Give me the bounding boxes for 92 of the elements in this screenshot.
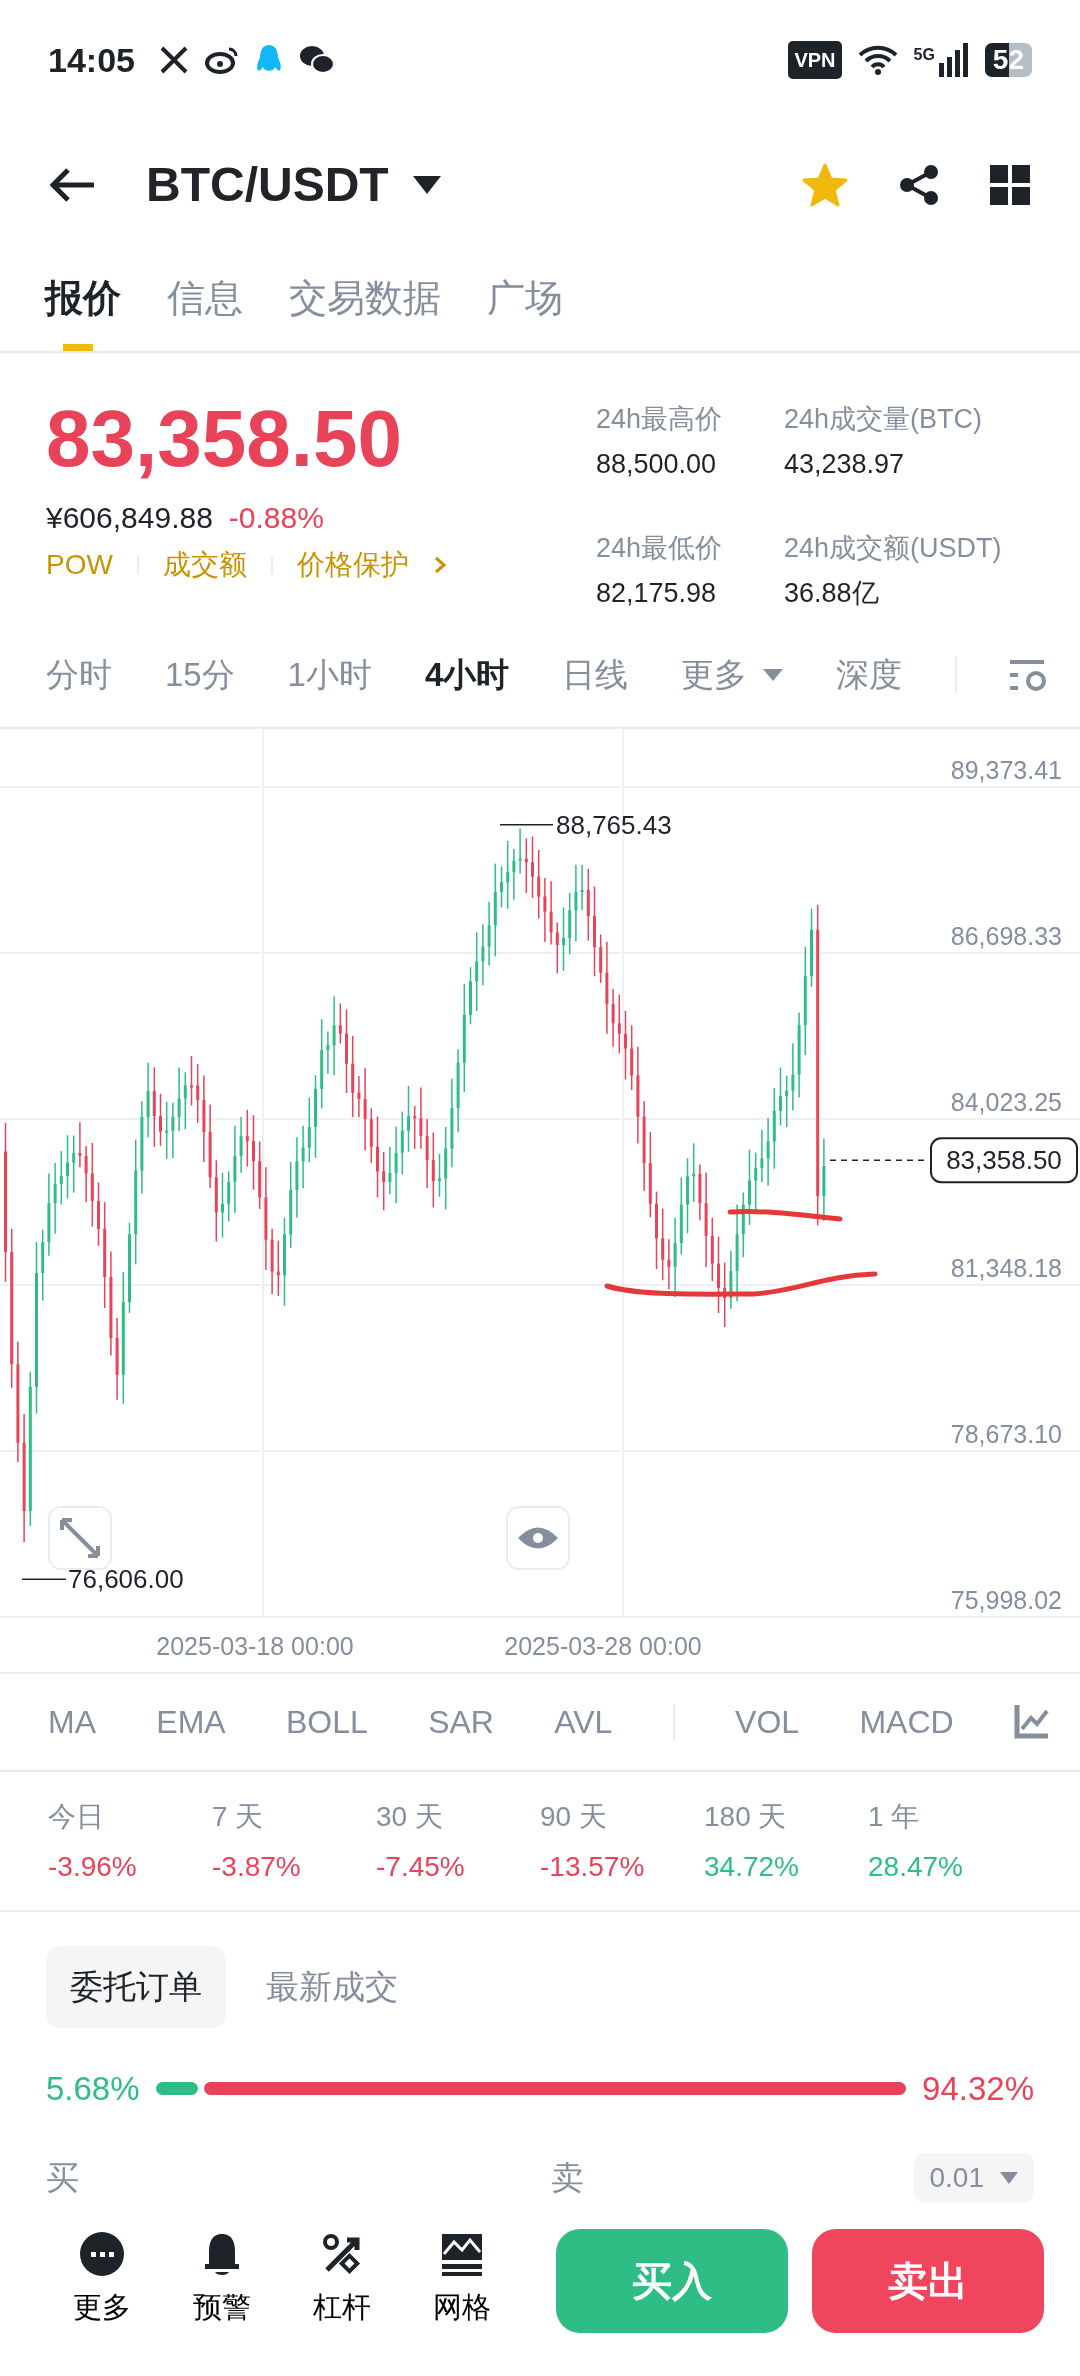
period-change: -13.57% (540, 1850, 646, 1884)
period-change: -3.96% (48, 1850, 138, 1884)
indicator-tab[interactable]: AVL (554, 1698, 613, 1746)
interval-tab[interactable]: 1小时 (287, 650, 372, 700)
share-icon[interactable] (898, 164, 940, 206)
indicator-tab[interactable]: VOL (735, 1698, 800, 1746)
stat-value: 88,500.00 (596, 447, 718, 481)
interval-tab[interactable]: 4小时 (424, 650, 510, 700)
order-book-tab[interactable]: 委托订单 (46, 1946, 226, 2028)
interval-tab[interactable]: 深度 (836, 650, 903, 700)
precision-selector[interactable]: 0.01 (913, 2153, 1034, 2203)
period-change: 34.72% (704, 1850, 800, 1884)
price-tag[interactable]: POW (46, 544, 113, 586)
status-time: 14:05 (48, 39, 135, 81)
weibo-icon (204, 46, 239, 74)
stat-label: 24h成交额(USDT) (784, 532, 1003, 565)
high-price-marker: 88,765.43 (556, 809, 672, 840)
low-price-marker: 76,606.00 (68, 1564, 184, 1595)
period-label: 1 年 (868, 1800, 921, 1834)
price-axis-label: 86,698.33 (950, 922, 1062, 950)
bottom-action[interactable]: 预警 (162, 2232, 282, 2330)
sell-button[interactable]: 卖出 (812, 2229, 1044, 2333)
last-price-label: 83,358.50 (930, 1137, 1078, 1184)
indicator-tab[interactable]: MA (48, 1698, 96, 1746)
period-change: 28.47% (868, 1850, 964, 1884)
interval-tab[interactable]: 更多 (681, 650, 784, 700)
time-axis-label: 2025-03-18 00:00 (156, 1632, 354, 1660)
sell-column-label: 卖 (551, 2158, 584, 2199)
star-icon[interactable] (802, 163, 848, 207)
signal-icon (938, 43, 969, 77)
order-book-tab[interactable]: 最新成交 (242, 1946, 422, 2028)
price-change: -0.88% (228, 500, 324, 536)
wifi-icon (857, 44, 898, 76)
buy-button[interactable]: 买入 (556, 2229, 788, 2333)
indicator-tab[interactable]: MACD (859, 1698, 954, 1746)
time-axis-label: 2025-03-28 00:00 (504, 1632, 702, 1660)
price-axis-label: 81,348.18 (950, 1254, 1062, 1282)
buy-column-label: 买 (46, 2158, 80, 2199)
page-tab[interactable]: 报价 (45, 270, 121, 351)
price-tag[interactable]: 价格保护 (296, 544, 409, 586)
stat-label: 24h最高价 (596, 403, 724, 436)
period-label: 30 天 (376, 1800, 444, 1834)
period-label: 今日 (48, 1800, 105, 1834)
indicator-tab[interactable]: BOLL (286, 1698, 368, 1746)
stat-value: 36.88亿 (784, 576, 880, 610)
vpn-badge: VPN (788, 41, 842, 79)
stat-value: 43,238.97 (784, 447, 906, 481)
bottom-action[interactable]: 杠杆 (282, 2232, 402, 2330)
chevron-right-icon[interactable] (432, 555, 447, 575)
buy-ratio: 5.68% (46, 2068, 140, 2109)
price-axis-label: 75,998.02 (950, 1586, 1062, 1614)
interval-tab[interactable]: 15分 (164, 650, 235, 700)
last-price: 83,358.50 (46, 399, 403, 479)
page-tab[interactable]: 广场 (487, 270, 563, 351)
back-button[interactable] (50, 167, 96, 203)
period-label: 90 天 (540, 1800, 608, 1834)
visibility-button[interactable] (506, 1506, 570, 1570)
period-change: -7.45% (376, 1850, 466, 1884)
caret-down-icon (1000, 2172, 1018, 2184)
page-tab[interactable]: 信息 (167, 270, 243, 351)
stat-label: 24h成交量(BTC) (784, 403, 984, 436)
more-icon (80, 2232, 124, 2279)
price-axis-label: 78,673.10 (950, 1420, 1062, 1448)
period-label: 180 天 (704, 1800, 788, 1834)
expand-button[interactable] (48, 1506, 112, 1570)
indicator-tab[interactable]: EMA (156, 1698, 226, 1746)
pair-selector[interactable]: BTC/USDT (146, 149, 441, 221)
price-axis-label: 89,373.41 (950, 756, 1062, 784)
period-label: 7 天 (212, 1800, 265, 1834)
indicator-tab[interactable]: SAR (428, 1698, 494, 1746)
stat-label: 24h最低价 (596, 532, 724, 565)
sell-ratio: 94.32% (922, 2068, 1034, 2109)
bottom-action[interactable]: 网格 (402, 2232, 522, 2330)
leader-line (21, 1578, 67, 1580)
price-axis-label: 84,023.25 (950, 1088, 1062, 1116)
network-type: 5G (913, 45, 935, 65)
grid-menu-icon[interactable] (990, 165, 1030, 205)
grid-chart-icon (440, 2232, 484, 2279)
x-logo-icon (158, 45, 189, 75)
interval-tab[interactable]: 分时 (46, 650, 112, 700)
interval-tab[interactable]: 日线 (562, 650, 629, 700)
period-change: -3.87% (212, 1850, 302, 1884)
chat-bubbles-icon (298, 45, 335, 75)
stat-value: 82,175.98 (596, 576, 718, 610)
leader-line (499, 824, 554, 826)
page-tab[interactable]: 交易数据 (289, 270, 441, 351)
back-arrow-icon (50, 167, 96, 203)
price-tag[interactable]: 成交额 (162, 544, 247, 586)
chart-edit-icon[interactable] (1013, 1705, 1050, 1739)
bottom-action[interactable]: 更多 (42, 2232, 162, 2330)
price-cny: ¥606,849.88 (46, 500, 213, 536)
caret-down-icon (412, 176, 441, 194)
